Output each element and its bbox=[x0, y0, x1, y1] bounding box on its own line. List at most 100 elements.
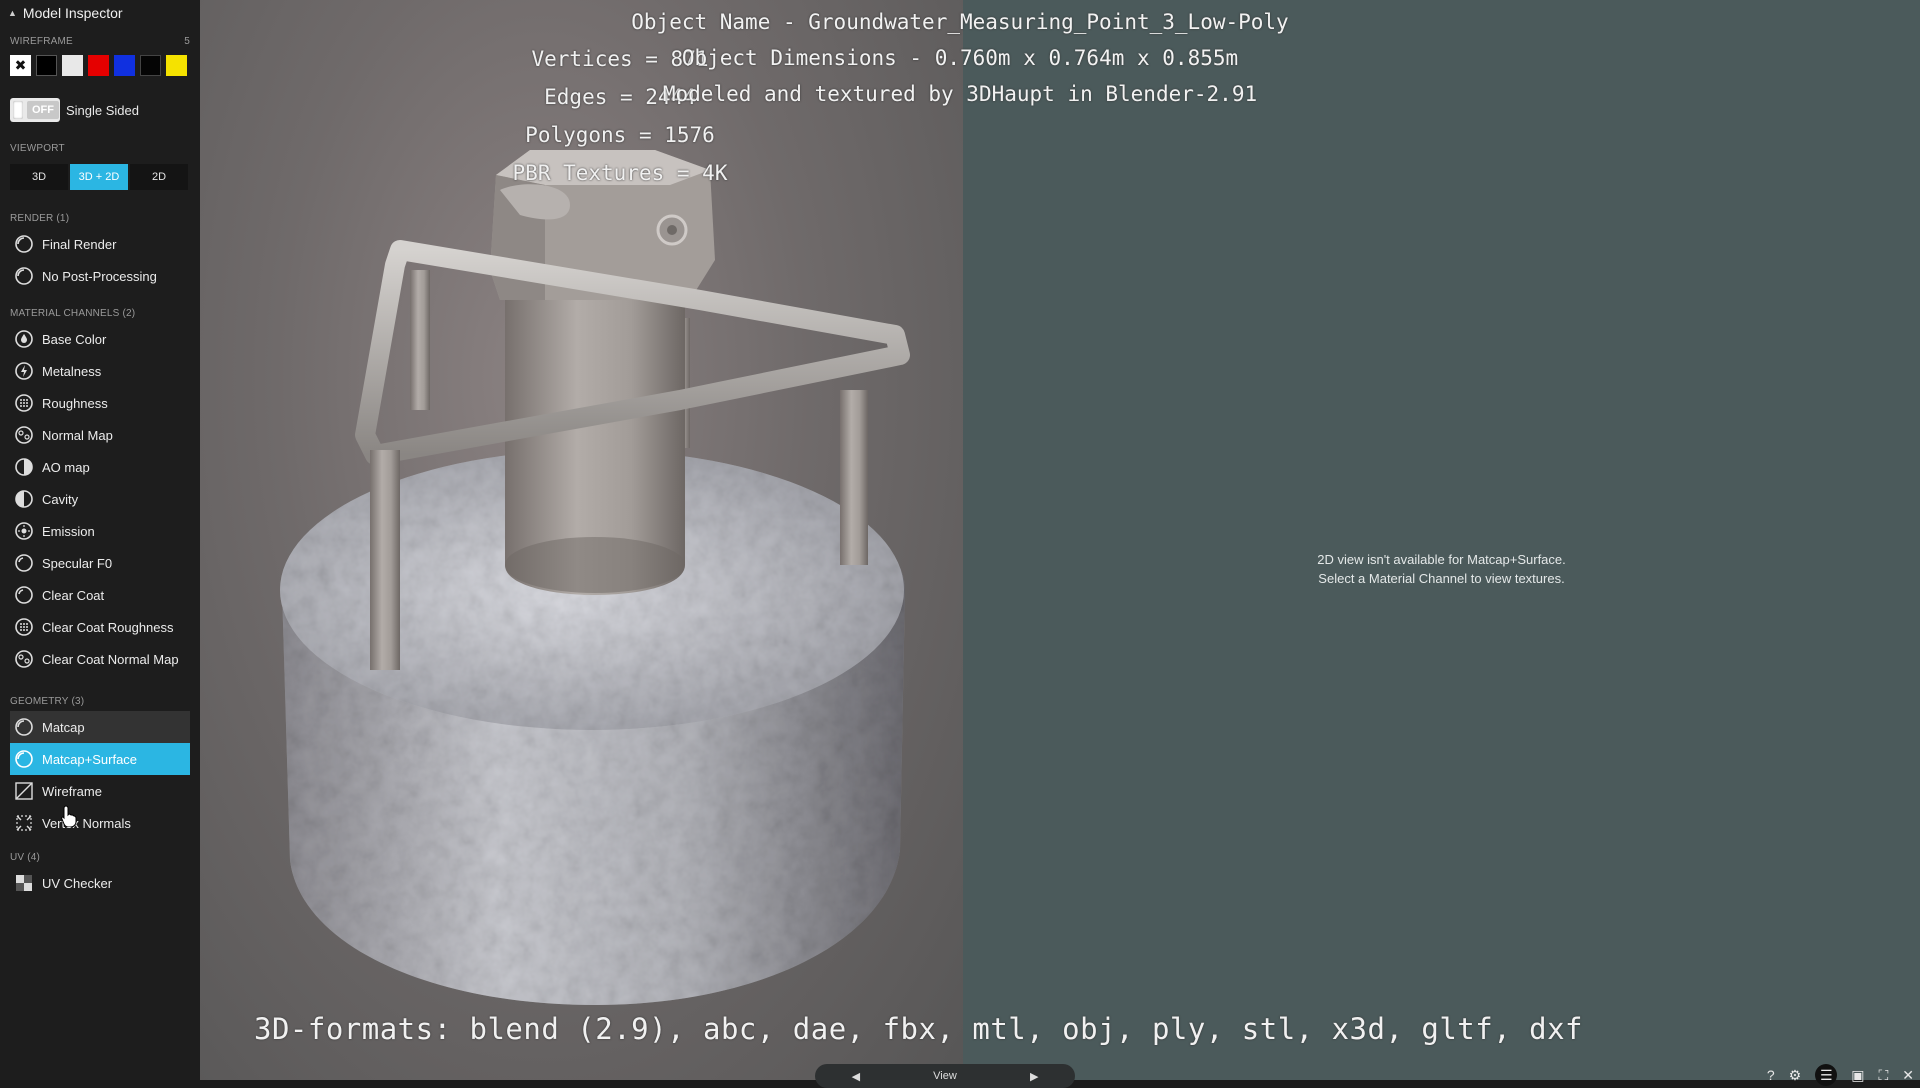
menu-clear-coat[interactable]: Clear Coat bbox=[14, 579, 190, 611]
sun-icon bbox=[14, 521, 34, 541]
modeled-by: Modeled and textured by 3DHaupt in Blend… bbox=[662, 82, 1258, 106]
swatch-black-2[interactable] bbox=[140, 55, 161, 76]
menu-label: Wireframe bbox=[42, 783, 102, 799]
geometry-list: Matcap Matcap+Surface Wireframe Vertex N… bbox=[10, 711, 190, 839]
formats-caption: 3D-formats: blend (2.9), abc, dae, fbx, … bbox=[254, 1012, 1584, 1046]
swatch-red[interactable] bbox=[88, 55, 109, 76]
menu-wireframe[interactable]: Wireframe bbox=[14, 775, 190, 807]
menu-label: Clear Coat bbox=[42, 587, 105, 603]
lightning-icon bbox=[14, 361, 34, 381]
material-channel-list: Base Color Metalness Roughness Normal Ma… bbox=[10, 323, 190, 675]
normal-map-icon bbox=[14, 425, 34, 445]
geometry-section-label: GEOMETRY (3) bbox=[10, 695, 190, 707]
menu-label: Specular F0 bbox=[42, 555, 113, 571]
screenshot-icon[interactable]: ▣ bbox=[1851, 1067, 1864, 1084]
menu-label: Clear Coat Roughness bbox=[42, 619, 174, 635]
panel-title: Model Inspector bbox=[22, 5, 123, 21]
menu-cavity[interactable]: Cavity bbox=[14, 483, 190, 515]
view-navigation-bar[interactable]: ◀ View ▶ bbox=[815, 1064, 1075, 1088]
dotted-sphere-icon bbox=[14, 617, 34, 637]
menu-label: AO map bbox=[42, 459, 90, 475]
menu-label: Metalness bbox=[42, 363, 102, 379]
dotted-sphere-icon bbox=[14, 393, 34, 413]
prev-arrow-icon[interactable]: ◀ bbox=[852, 1070, 860, 1083]
material-channels-label: MATERIAL CHANNELS (2) bbox=[10, 307, 136, 319]
menu-final-render[interactable]: Final Render bbox=[14, 228, 190, 260]
menu-vertex-normals[interactable]: Vertex Normals bbox=[14, 807, 190, 839]
single-sided-toggle[interactable]: OFF bbox=[10, 98, 60, 122]
2d-texture-view[interactable]: 2D view isn't available for Matcap+Surfa… bbox=[963, 0, 1920, 1080]
menu-specular-f0[interactable]: Specular F0 bbox=[14, 547, 190, 579]
menu-label: Emission bbox=[42, 523, 95, 539]
object-info-overlay: Object Name - Groundwater_Measuring_Poin… bbox=[560, 4, 1360, 112]
menu-metalness[interactable]: Metalness bbox=[14, 355, 190, 387]
menu-label: Roughness bbox=[42, 395, 108, 411]
panel-header[interactable]: ▲ Model Inspector bbox=[8, 0, 190, 26]
menu-label: UV Checker bbox=[42, 875, 113, 891]
render-sphere-icon bbox=[14, 234, 34, 254]
viewport-label: VIEWPORT bbox=[10, 142, 65, 154]
collapse-caret-icon[interactable]: ▲ bbox=[8, 8, 17, 18]
menu-label: No Post-Processing bbox=[42, 268, 157, 284]
view-label: View bbox=[933, 1070, 957, 1082]
half-sphere-icon bbox=[14, 457, 34, 477]
message-line-2: Select a Material Channel to view textur… bbox=[1318, 571, 1565, 586]
matcap-sphere-icon bbox=[14, 717, 34, 737]
object-dimensions: Object Dimensions - 0.760m x 0.764m x 0.… bbox=[681, 46, 1239, 70]
toggle-state: OFF bbox=[27, 101, 59, 119]
menu-label: Vertex Normals bbox=[42, 815, 131, 831]
menu-uv-checker[interactable]: UV Checker bbox=[14, 867, 190, 899]
menu-label: Cavity bbox=[42, 491, 79, 507]
half-sphere-icon bbox=[14, 489, 34, 509]
settings-gear-icon[interactable]: ⚙ bbox=[1789, 1067, 1802, 1084]
menu-matcap[interactable]: Matcap bbox=[10, 711, 190, 743]
swatch-blue[interactable] bbox=[114, 55, 135, 76]
checkerboard-icon bbox=[14, 873, 34, 893]
layers-icon[interactable]: ☰ bbox=[1815, 1064, 1838, 1086]
matcap-sphere-icon bbox=[14, 749, 34, 769]
menu-label: Base Color bbox=[42, 331, 107, 347]
next-arrow-icon[interactable]: ▶ bbox=[1030, 1070, 1038, 1083]
viewport-3d-2d-button[interactable]: 3D + 2D bbox=[70, 164, 128, 190]
render-section-label: RENDER (1) bbox=[10, 212, 190, 224]
normal-map-icon bbox=[14, 649, 34, 669]
menu-base-color[interactable]: Base Color bbox=[14, 323, 190, 355]
menu-label: Matcap bbox=[42, 719, 85, 735]
hand-cursor-icon bbox=[61, 805, 77, 827]
menu-ao-map[interactable]: AO map bbox=[14, 451, 190, 483]
swatch-black[interactable] bbox=[36, 55, 57, 76]
close-icon[interactable]: ✕ bbox=[1902, 1067, 1914, 1084]
wireframe-color-swatches: ✖ bbox=[10, 55, 190, 76]
clear-coat-sphere-icon bbox=[14, 585, 34, 605]
fullscreen-icon[interactable]: ⛶ bbox=[1878, 1067, 1888, 1084]
swatch-yellow[interactable] bbox=[166, 55, 187, 76]
model-inspector-panel: ▲ Model Inspector WIREFRAME 5 ✖ OFF Sing… bbox=[0, 0, 200, 1080]
swatch-none-x-icon[interactable]: ✖ bbox=[10, 55, 31, 76]
wireframe-icon bbox=[14, 781, 34, 801]
menu-normal-map[interactable]: Normal Map bbox=[14, 419, 190, 451]
viewport-mode-buttons: 3D 3D + 2D 2D bbox=[10, 164, 190, 190]
object-name: Object Name - Groundwater_Measuring_Poin… bbox=[631, 10, 1289, 34]
menu-roughness[interactable]: Roughness bbox=[14, 387, 190, 419]
viewport-2d-button[interactable]: 2D bbox=[130, 164, 188, 190]
menu-label: Final Render bbox=[42, 236, 117, 252]
wireframe-count: 5 bbox=[184, 35, 190, 47]
menu-emission[interactable]: Emission bbox=[14, 515, 190, 547]
3d-viewport[interactable]: Vertices = 871 Edges = 2444 Polygons = 1… bbox=[200, 0, 963, 1080]
material-channels-section-label: MATERIAL CHANNELS (2) bbox=[10, 307, 190, 319]
menu-clear-coat-normal-map[interactable]: Clear Coat Normal Map bbox=[14, 643, 190, 675]
2d-unavailable-message: 2D view isn't available for Matcap+Surfa… bbox=[963, 550, 1920, 588]
swatch-light-gray[interactable] bbox=[62, 55, 83, 76]
menu-clear-coat-roughness[interactable]: Clear Coat Roughness bbox=[14, 611, 190, 643]
polygons-stat: Polygons = 1576 bbox=[525, 123, 715, 147]
render-label: RENDER (1) bbox=[10, 212, 70, 224]
menu-label: Matcap+Surface bbox=[42, 751, 138, 767]
help-icon[interactable]: ? bbox=[1767, 1067, 1775, 1083]
menu-matcap-surface[interactable]: Matcap+Surface bbox=[10, 743, 190, 775]
uv-label: UV (4) bbox=[10, 851, 41, 863]
vertex-normals-icon bbox=[14, 813, 34, 833]
single-sided-row: OFF Single Sided bbox=[10, 98, 190, 122]
render-sphere-icon bbox=[14, 266, 34, 286]
menu-no-post-processing[interactable]: No Post-Processing bbox=[14, 260, 190, 292]
viewport-3d-button[interactable]: 3D bbox=[10, 164, 68, 190]
